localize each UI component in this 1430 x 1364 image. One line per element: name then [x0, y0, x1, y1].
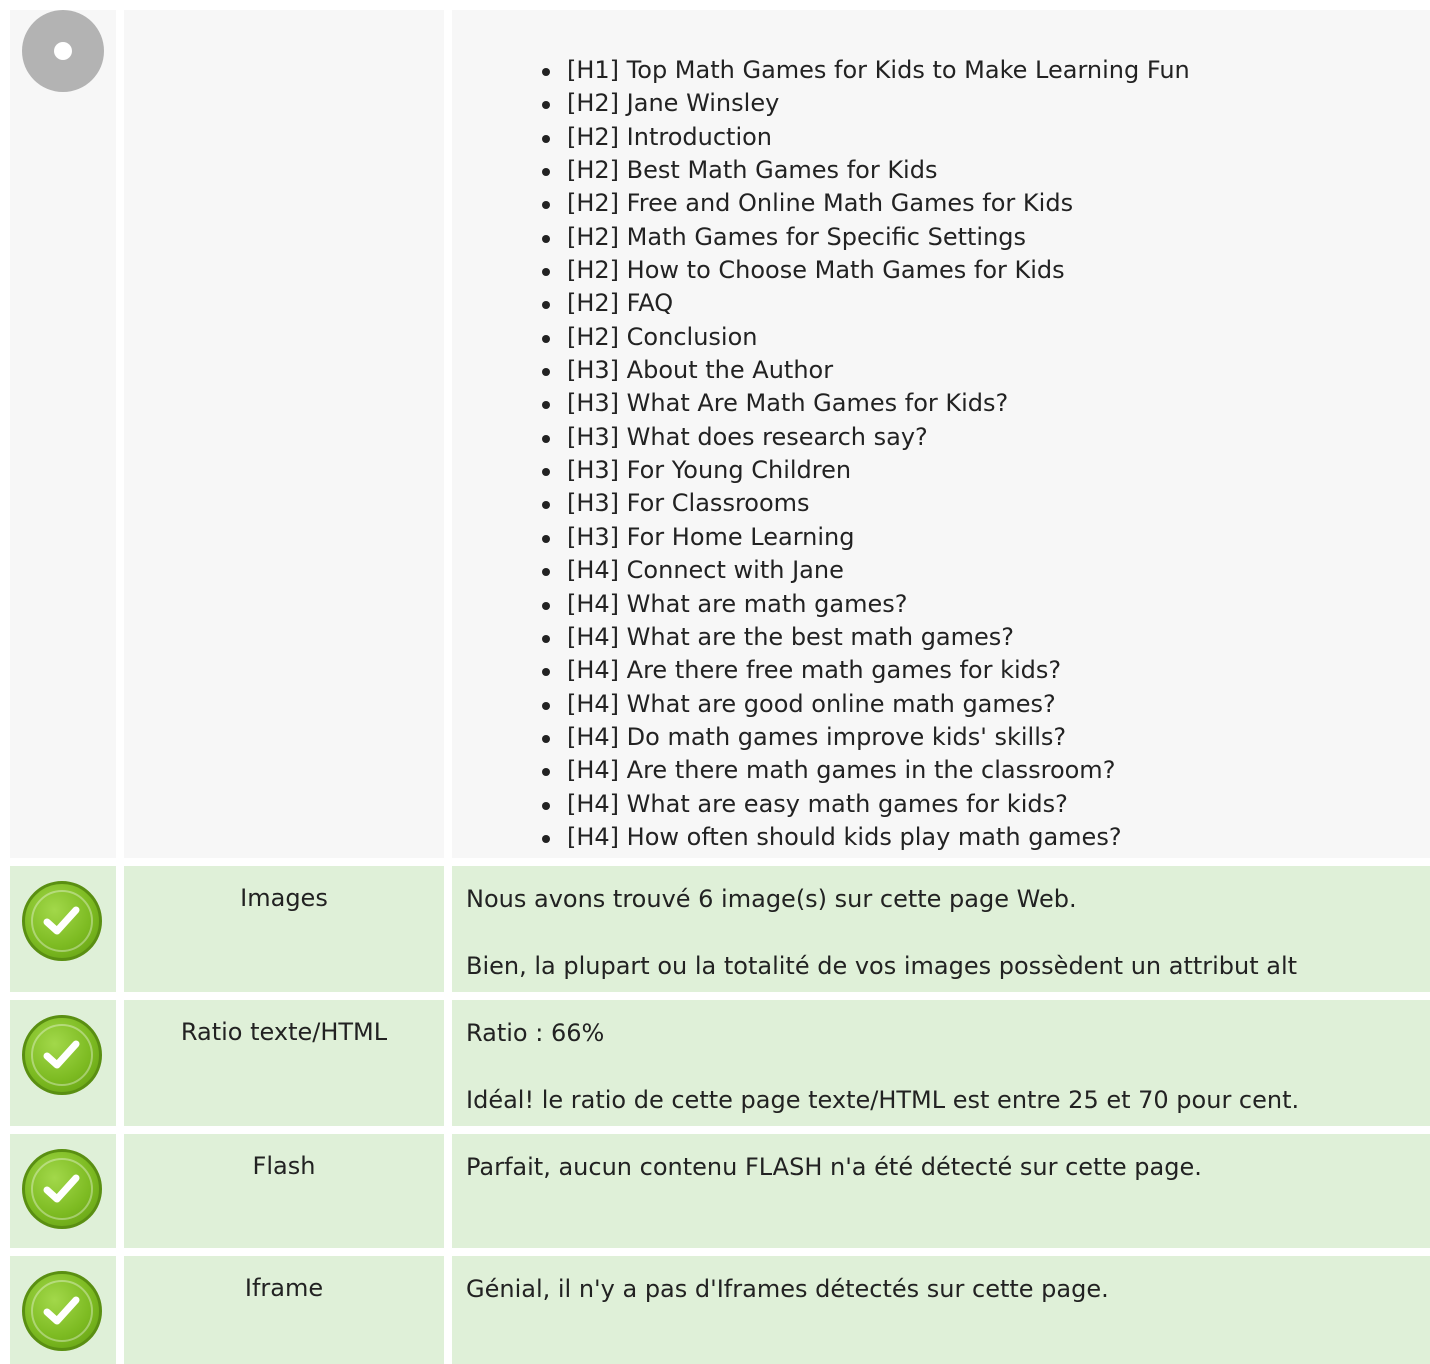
- label-cell: Ratio texte/HTML: [124, 1000, 444, 1126]
- heading-item: [H4] What are the best math games?: [542, 621, 1190, 654]
- status-cell: [10, 1256, 116, 1364]
- check-label: Images: [240, 884, 328, 912]
- result-line: Ratio : 66%: [466, 1019, 605, 1047]
- result-cell: Génial, il n'y a pas d'Iframes détectés …: [452, 1256, 1430, 1364]
- heading-item: [H3] About the Author: [542, 354, 1190, 387]
- check-success-icon: [22, 881, 102, 961]
- result-cell: Parfait, aucun contenu FLASH n'a été dét…: [452, 1134, 1430, 1248]
- heading-item: [H3] For Young Children: [542, 454, 1190, 487]
- heading-item: [H4] Connect with Jane: [542, 554, 1190, 587]
- check-success-icon: [22, 1271, 102, 1351]
- heading-item: [H3] What Are Math Games for Kids?: [542, 387, 1190, 420]
- heading-item: [H4] Do math games improve kids' skills?: [542, 721, 1190, 754]
- check-label: Flash: [252, 1152, 316, 1180]
- status-cell: [10, 866, 116, 992]
- label-cell: [124, 10, 444, 858]
- heading-item: [H4] What are good online math games?: [542, 688, 1190, 721]
- heading-item: [H2] Jane Winsley: [542, 87, 1190, 120]
- heading-item: [H1] Top Math Games for Kids to Make Lea…: [542, 54, 1190, 87]
- check-row-images: Images Nous avons trouvé 6 image(s) sur …: [0, 866, 1430, 992]
- label-cell: Images: [124, 866, 444, 992]
- heading-item: [H2] Best Math Games for Kids: [542, 154, 1190, 187]
- result-cell: Nous avons trouvé 6 image(s) sur cette p…: [452, 866, 1430, 992]
- status-cell: [10, 1000, 116, 1126]
- heading-item: [H4] Are there math games in the classro…: [542, 754, 1190, 787]
- check-row-iframe: Iframe Génial, il n'y a pas d'Iframes dé…: [0, 1256, 1430, 1364]
- heading-item: [H4] What are math games?: [542, 588, 1190, 621]
- heading-item: [H3] For Classrooms: [542, 487, 1190, 520]
- heading-item: [H3] For Home Learning: [542, 521, 1190, 554]
- result-line: Génial, il n'y a pas d'Iframes détectés …: [466, 1275, 1109, 1303]
- result-line: Idéal! le ratio de cette page texte/HTML…: [466, 1086, 1300, 1114]
- check-label: Iframe: [244, 1274, 324, 1302]
- check-result: Génial, il n'y a pas d'Iframes détectés …: [466, 1274, 1420, 1341]
- label-cell: Flash: [124, 1134, 444, 1248]
- check-result: Nous avons trouvé 6 image(s) sur cette p…: [466, 884, 1420, 1018]
- heading-item: [H2] Free and Online Math Games for Kids: [542, 187, 1190, 220]
- result-line: Parfait, aucun contenu FLASH n'a été dét…: [466, 1153, 1202, 1181]
- status-cell: [10, 10, 116, 858]
- result-cell: Ratio : 66% Idéal! le ratio de cette pag…: [452, 1000, 1430, 1126]
- status-cell: [10, 1134, 116, 1248]
- heading-item: [H2] Conclusion: [542, 321, 1190, 354]
- check-success-icon: [22, 1015, 102, 1095]
- headings-list: [H1] Top Math Games for Kids to Make Lea…: [542, 54, 1190, 854]
- result-line: Bien, la plupart ou la totalité de vos i…: [466, 952, 1298, 980]
- heading-item: [H2] Math Games for Specific Settings: [542, 221, 1190, 254]
- heading-item: [H3] What does research say?: [542, 421, 1190, 454]
- heading-item: [H4] How often should kids play math gam…: [542, 821, 1190, 854]
- heading-item: [H4] Are there free math games for kids?: [542, 654, 1190, 687]
- result-line: Nous avons trouvé 6 image(s) sur cette p…: [466, 885, 1077, 913]
- neutral-status-icon: [22, 10, 104, 92]
- label-cell: Iframe: [124, 1256, 444, 1364]
- heading-item: [H4] What are easy math games for kids?: [542, 788, 1190, 821]
- heading-item: [H2] Introduction: [542, 121, 1190, 154]
- check-result: Ratio : 66% Idéal! le ratio de cette pag…: [466, 1018, 1420, 1152]
- check-label: Ratio texte/HTML: [180, 1018, 388, 1046]
- check-row-ratio: Ratio texte/HTML Ratio : 66% Idéal! le r…: [0, 1000, 1430, 1126]
- headings-cell: [H1] Top Math Games for Kids to Make Lea…: [452, 10, 1430, 858]
- check-result: Parfait, aucun contenu FLASH n'a été dét…: [466, 1152, 1420, 1219]
- heading-item: [H2] FAQ: [542, 287, 1190, 320]
- heading-item: [H2] How to Choose Math Games for Kids: [542, 254, 1190, 287]
- check-row-flash: Flash Parfait, aucun contenu FLASH n'a é…: [0, 1134, 1430, 1248]
- check-success-icon: [22, 1149, 102, 1229]
- headings-row: [H1] Top Math Games for Kids to Make Lea…: [0, 10, 1430, 858]
